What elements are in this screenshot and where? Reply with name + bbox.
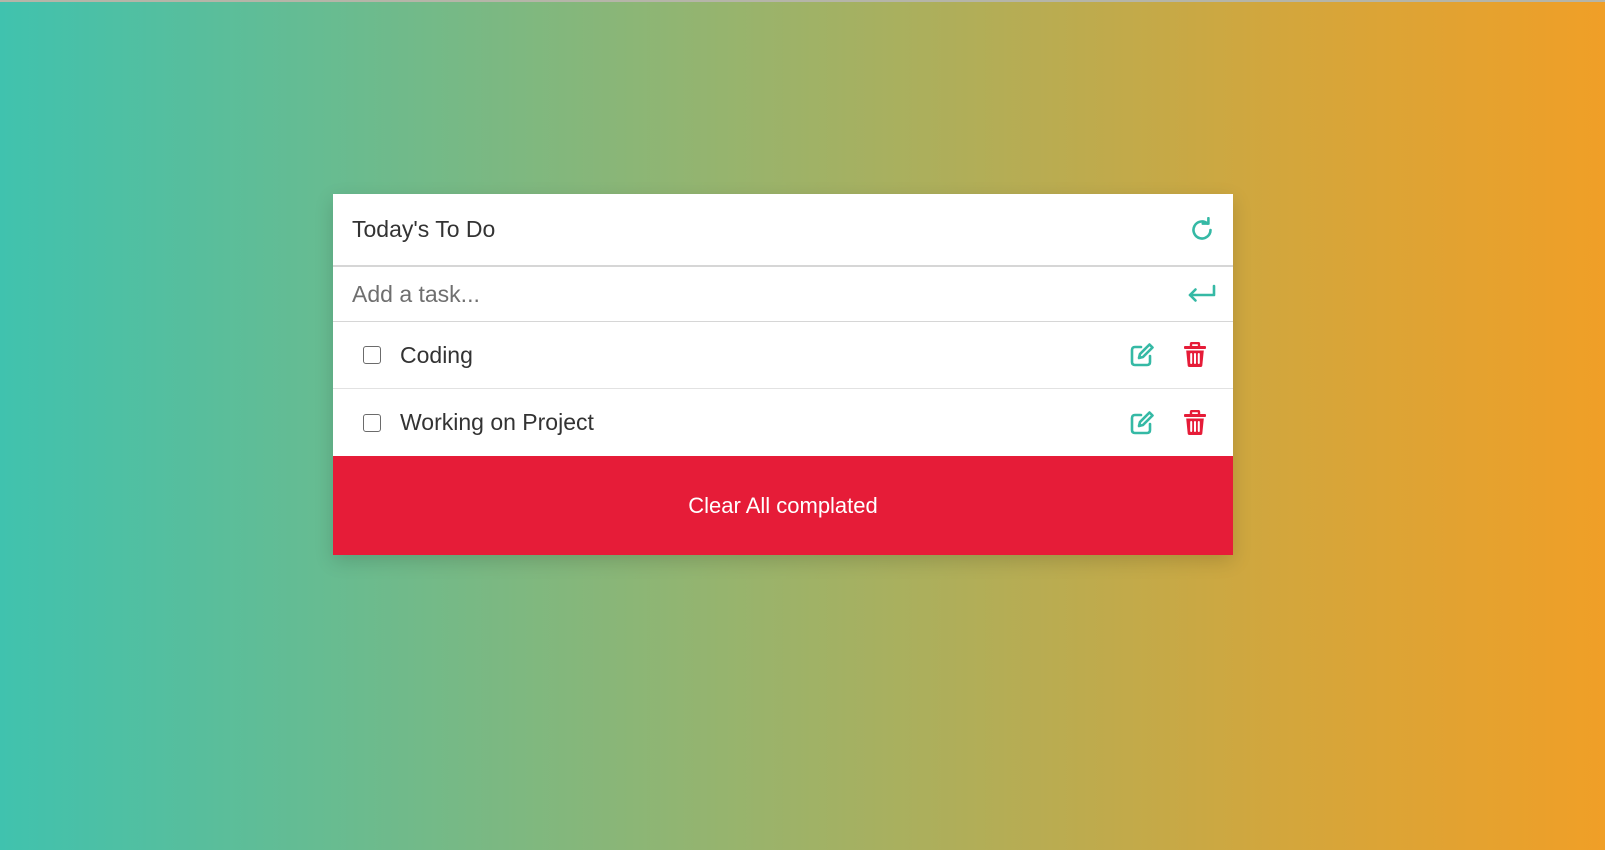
clear-completed-button[interactable]: Clear All complated [333,456,1233,555]
task-checkbox[interactable] [363,413,381,432]
task-text: Working on Project [400,409,594,435]
trash-icon[interactable] [1183,342,1207,368]
card-header: Today's To Do [333,194,1233,267]
task-actions [1129,342,1207,368]
enter-icon[interactable] [1187,284,1217,304]
add-task-row [333,267,1233,322]
task-list: Coding Working on Project [333,322,1233,456]
task-text: Coding [400,341,473,368]
top-border [0,0,1605,2]
add-task-input[interactable] [352,280,1132,308]
task-item: Coding [333,322,1233,389]
todo-card: Today's To Do Coding [333,194,1233,555]
edit-icon[interactable] [1129,410,1155,436]
task-actions [1129,409,1207,436]
page-title: Today's To Do [352,216,496,242]
task-checkbox[interactable] [363,346,381,364]
refresh-icon[interactable] [1189,216,1215,243]
edit-icon[interactable] [1129,342,1155,368]
trash-icon[interactable] [1183,409,1207,436]
task-item: Working on Project [333,389,1233,456]
